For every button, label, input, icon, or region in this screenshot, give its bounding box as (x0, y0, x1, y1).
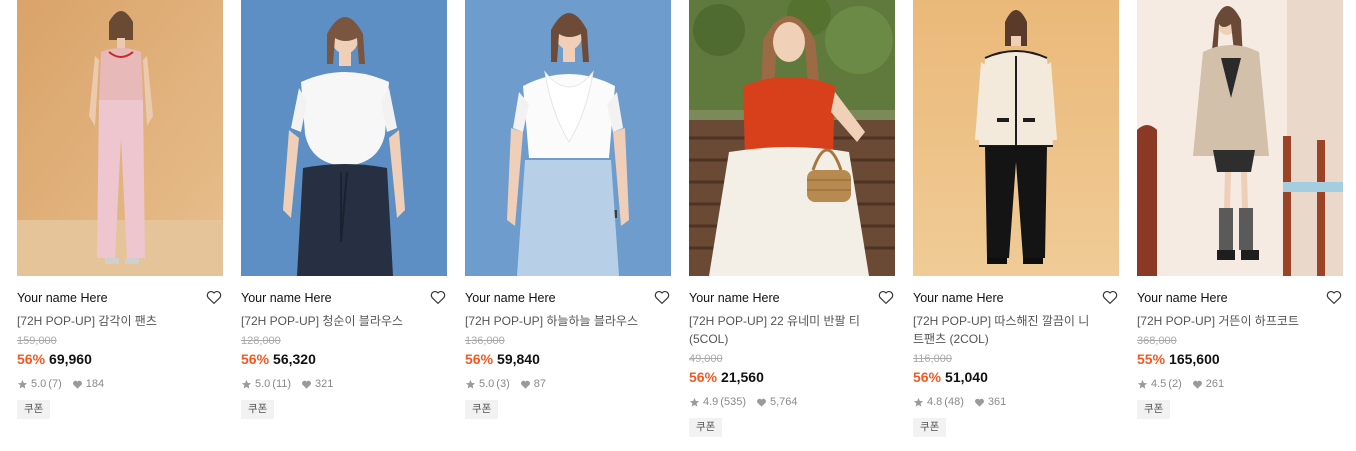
original-price: 159,000 (17, 335, 57, 347)
original-price: 116,000 (913, 353, 952, 365)
product-card[interactable]: Your name Here [72H POP-UP] 청순이 블라우스 128… (241, 0, 447, 419)
review-count: (11) (272, 378, 292, 390)
product-title[interactable]: [72H POP-UP] 감각이 팬츠 (17, 312, 197, 330)
heart-filled-icon (520, 380, 530, 389)
sale-price: 21,560 (721, 369, 764, 385)
coupon-badge: 쿠폰 (465, 400, 499, 419)
product-card[interactable]: Your name Here [72H POP-UP] 거뜬이 하프코트 368… (1137, 0, 1343, 419)
sale-price: 59,840 (497, 351, 540, 367)
rating-row: 4.5 (2) 261 (1137, 377, 1343, 391)
rating-value: 4.9 (703, 396, 719, 408)
like-count: 261 (1205, 378, 1225, 390)
product-grid: Your name Here [72H POP-UP] 감각이 팬츠 159,0… (0, 0, 1356, 451)
product-card[interactable]: Your name Here [72H POP-UP] 하늘하늘 블라우스 13… (465, 0, 671, 419)
sale-price: 56,320 (273, 351, 316, 367)
review-count: (3) (496, 378, 510, 390)
original-price: 49,000 (689, 353, 723, 365)
rating-value: 5.0 (479, 378, 495, 390)
brand-name[interactable]: Your name Here (1137, 290, 1343, 306)
heart-icon[interactable] (1325, 288, 1343, 306)
heart-icon[interactable] (205, 288, 223, 306)
discount-rate: 55% (1137, 351, 1166, 367)
discount-rate: 56% (241, 351, 270, 367)
product-photo[interactable] (913, 0, 1119, 276)
rating-value: 4.5 (1151, 378, 1167, 390)
review-count: (535) (720, 396, 746, 408)
coupon-badge: 쿠폰 (17, 400, 51, 419)
star-icon (241, 379, 252, 389)
price-row: 56% 51,040 (913, 368, 1119, 386)
discount-rate: 56% (913, 369, 942, 385)
star-icon (465, 379, 476, 389)
star-icon (689, 397, 700, 407)
product-card[interactable]: Your name Here [72H POP-UP] 따스해진 깔끔이 니트팬… (913, 0, 1119, 437)
product-photo[interactable] (465, 0, 671, 276)
brand-name[interactable]: Your name Here (241, 290, 447, 306)
heart-filled-icon (72, 380, 82, 389)
rating-row: 5.0 (3) 87 (465, 377, 671, 391)
price-row: 56% 21,560 (689, 368, 895, 386)
brand-name[interactable]: Your name Here (17, 290, 223, 306)
rating-value: 4.8 (927, 396, 943, 408)
price-row: 55% 165,600 (1137, 350, 1343, 368)
original-price: 128,000 (241, 335, 281, 347)
rating-row: 4.9 (535) 5,764 (689, 395, 895, 409)
product-photo[interactable] (241, 0, 447, 276)
sale-price: 69,960 (49, 351, 92, 367)
product-photo[interactable] (17, 0, 223, 276)
rating-row: 5.0 (11) 321 (241, 377, 447, 391)
discount-rate: 56% (465, 351, 494, 367)
heart-filled-icon (974, 398, 984, 407)
discount-rate: 56% (689, 369, 718, 385)
like-count: 87 (533, 378, 546, 390)
heart-icon[interactable] (1101, 288, 1119, 306)
product-title[interactable]: [72H POP-UP] 거뜬이 하프코트 (1137, 312, 1317, 330)
coupon-badge: 쿠폰 (689, 418, 723, 437)
heart-filled-icon (1192, 380, 1202, 389)
brand-name[interactable]: Your name Here (465, 290, 671, 306)
price-row: 56% 59,840 (465, 350, 671, 368)
product-title[interactable]: [72H POP-UP] 청순이 블라우스 (241, 312, 421, 330)
star-icon (17, 379, 28, 389)
product-photo[interactable] (1137, 0, 1343, 276)
heart-icon[interactable] (877, 288, 895, 306)
sale-price: 51,040 (945, 369, 988, 385)
price-row: 56% 69,960 (17, 350, 223, 368)
heart-icon[interactable] (429, 288, 447, 306)
original-price: 368,000 (1137, 335, 1177, 347)
product-photo[interactable] (689, 0, 895, 276)
like-count: 5,764 (769, 396, 798, 408)
brand-name[interactable]: Your name Here (913, 290, 1119, 306)
coupon-badge: 쿠폰 (241, 400, 275, 419)
product-card[interactable]: Your name Here [72H POP-UP] 22 유네미 반팔 티 … (689, 0, 895, 437)
sale-price: 165,600 (1169, 351, 1220, 367)
product-title[interactable]: [72H POP-UP] 따스해진 깔끔이 니트팬츠 (2COL) (913, 312, 1093, 348)
rating-value: 5.0 (255, 378, 271, 390)
rating-row: 4.8 (48) 361 (913, 395, 1119, 409)
coupon-badge: 쿠폰 (1137, 400, 1171, 419)
coupon-badge: 쿠폰 (913, 418, 947, 437)
review-count: (2) (1168, 378, 1182, 390)
star-icon (913, 397, 924, 407)
like-count: 361 (987, 396, 1007, 408)
original-price: 136,000 (465, 335, 505, 347)
heart-filled-icon (302, 380, 312, 389)
brand-name[interactable]: Your name Here (689, 290, 895, 306)
heart-filled-icon (757, 398, 766, 407)
heart-icon[interactable] (653, 288, 671, 306)
rating-value: 5.0 (31, 378, 47, 390)
price-row: 56% 56,320 (241, 350, 447, 368)
like-count: 184 (85, 378, 105, 390)
rating-row: 5.0 (7) 184 (17, 377, 223, 391)
review-count: (48) (944, 396, 964, 408)
discount-rate: 56% (17, 351, 46, 367)
review-count: (7) (48, 378, 62, 390)
product-card[interactable]: Your name Here [72H POP-UP] 감각이 팬츠 159,0… (17, 0, 223, 419)
star-icon (1137, 379, 1148, 389)
like-count: 321 (315, 378, 334, 390)
product-title[interactable]: [72H POP-UP] 22 유네미 반팔 티 (5COL) (689, 312, 869, 348)
product-title[interactable]: [72H POP-UP] 하늘하늘 블라우스 (465, 312, 645, 330)
